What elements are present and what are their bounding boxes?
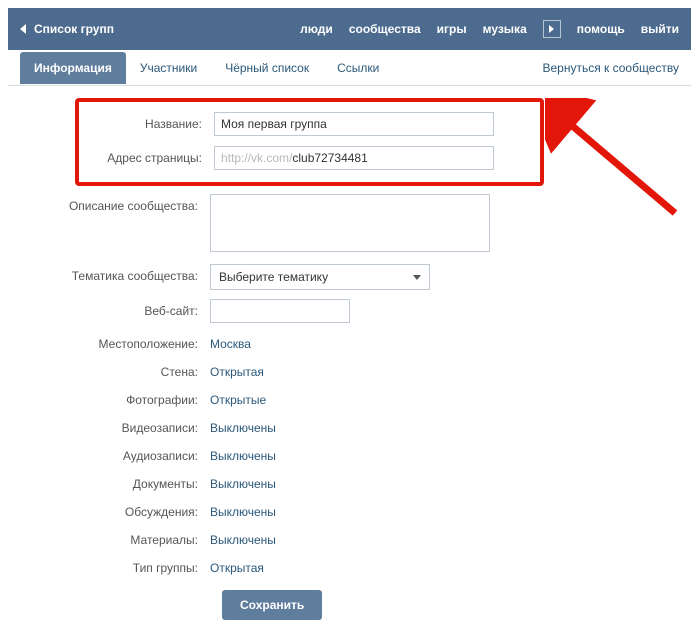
row-theme: Тематика сообщества: Выберите тематику: [20, 264, 679, 290]
setting-label: Стена:: [20, 360, 210, 379]
setting-value[interactable]: Выключены: [210, 444, 276, 463]
row-desc: Описание сообщества:: [20, 194, 679, 255]
desc-label: Описание сообщества:: [20, 194, 210, 213]
tabs: Информация Участники Чёрный список Ссылк…: [8, 50, 691, 86]
nav-logout[interactable]: выйти: [641, 22, 679, 36]
topbar: Список групп люди сообщества игры музыка…: [8, 8, 691, 50]
save-button[interactable]: Сохранить: [222, 590, 322, 620]
setting-value[interactable]: Открытые: [210, 388, 266, 407]
setting-label: Материалы:: [20, 528, 210, 547]
highlight-box: Название: Адрес страницы: http://vk.com/…: [75, 98, 544, 186]
address-prefix: http://vk.com/: [221, 151, 292, 165]
form-rows: Описание сообщества: Тематика сообщества…: [20, 194, 679, 620]
setting-row: Местоположение:Москва: [20, 332, 679, 351]
nav-people[interactable]: люди: [300, 22, 333, 36]
theme-select[interactable]: Выберите тематику: [210, 264, 430, 290]
setting-value[interactable]: Открытая: [210, 556, 264, 575]
chevron-left-icon: [20, 24, 26, 34]
site-label: Веб-сайт:: [20, 299, 210, 318]
top-nav: люди сообщества игры музыка помощь выйти: [300, 20, 679, 38]
setting-row: Видеозаписи:Выключены: [20, 416, 679, 435]
setting-row: Документы:Выключены: [20, 472, 679, 491]
desc-textarea[interactable]: [210, 194, 490, 252]
row-site: Веб-сайт:: [20, 299, 679, 323]
tab-blacklist[interactable]: Чёрный список: [211, 52, 323, 84]
address-input[interactable]: http://vk.com/club72734481: [214, 146, 494, 170]
setting-value[interactable]: Выключены: [210, 528, 276, 547]
setting-label: Фотографии:: [20, 388, 210, 407]
chevron-down-icon: [413, 275, 421, 280]
tab-info[interactable]: Информация: [20, 52, 126, 84]
address-value: club72734481: [292, 151, 367, 165]
row-address: Адрес страницы: http://vk.com/club727344…: [89, 146, 530, 170]
setting-label: Аудиозаписи:: [20, 444, 210, 463]
nav-communities[interactable]: сообщества: [349, 22, 421, 36]
setting-row: Стена:Открытая: [20, 360, 679, 379]
setting-value[interactable]: Открытая: [210, 360, 264, 379]
name-label: Название:: [89, 112, 214, 131]
setting-row: Тип группы:Открытая: [20, 556, 679, 575]
setting-row: Обсуждения:Выключены: [20, 500, 679, 519]
setting-value[interactable]: Выключены: [210, 500, 276, 519]
return-link[interactable]: Вернуться к сообществу: [542, 61, 679, 75]
setting-label: Видеозаписи:: [20, 416, 210, 435]
address-label: Адрес страницы:: [89, 146, 214, 165]
setting-value[interactable]: Выключены: [210, 472, 276, 491]
play-icon[interactable]: [543, 20, 561, 38]
setting-label: Обсуждения:: [20, 500, 210, 519]
setting-label: Документы:: [20, 472, 210, 491]
content: Название: Адрес страницы: http://vk.com/…: [8, 86, 691, 638]
setting-label: Местоположение:: [20, 332, 210, 351]
back-label: Список групп: [34, 22, 114, 36]
row-name: Название:: [89, 112, 530, 136]
nav-games[interactable]: игры: [437, 22, 467, 36]
theme-placeholder: Выберите тематику: [219, 270, 328, 284]
setting-row: Аудиозаписи:Выключены: [20, 444, 679, 463]
site-input[interactable]: [210, 299, 350, 323]
setting-value[interactable]: Выключены: [210, 416, 276, 435]
tab-members[interactable]: Участники: [126, 52, 211, 84]
back-button[interactable]: Список групп: [20, 22, 114, 36]
name-input[interactable]: [214, 112, 494, 136]
nav-music[interactable]: музыка: [483, 22, 527, 36]
setting-row: Материалы:Выключены: [20, 528, 679, 547]
nav-help[interactable]: помощь: [577, 22, 625, 36]
theme-label: Тематика сообщества:: [20, 264, 210, 283]
tab-links[interactable]: Ссылки: [323, 52, 393, 84]
setting-row: Фотографии:Открытые: [20, 388, 679, 407]
setting-value[interactable]: Москва: [210, 332, 251, 351]
setting-label: Тип группы:: [20, 556, 210, 575]
